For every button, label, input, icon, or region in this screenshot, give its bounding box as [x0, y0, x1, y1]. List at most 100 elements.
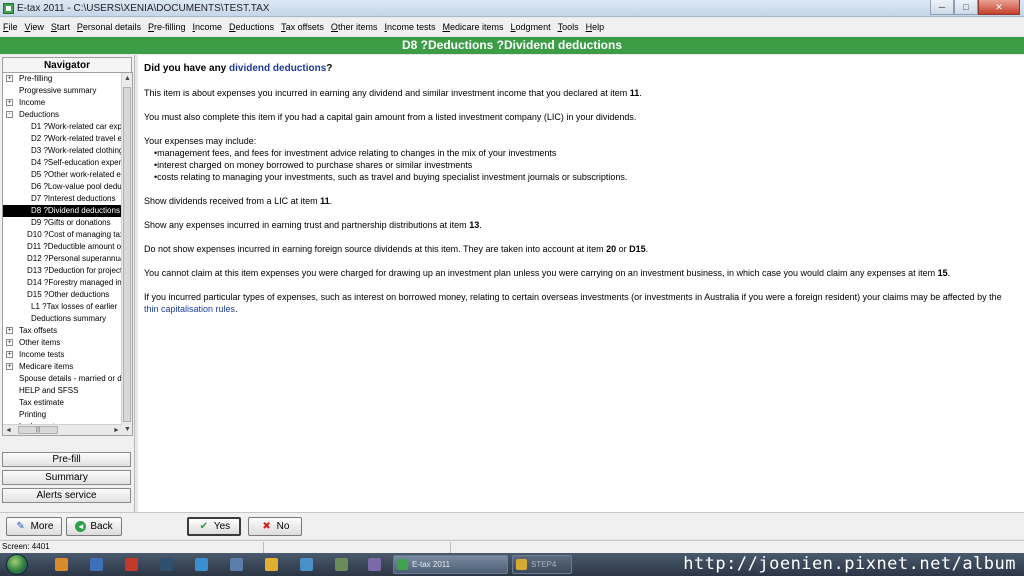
chrome-icon[interactable]	[265, 558, 278, 571]
vertical-scrollbar[interactable]: ▲ ▼	[121, 73, 132, 435]
nav-item[interactable]: Deductions summary	[3, 313, 122, 325]
taskbar-etax[interactable]: E-tax 2011	[393, 555, 508, 574]
menu-item[interactable]: Medicare items	[443, 22, 504, 32]
app-icon-9[interactable]	[335, 558, 348, 571]
horizontal-scroll-thumb[interactable]: |||	[18, 426, 58, 434]
nav-item[interactable]: + Income	[3, 97, 122, 109]
app-icon-10[interactable]	[368, 558, 381, 571]
nav-item[interactable]: D6 ?Low-value pool dedu	[3, 181, 122, 193]
nav-item[interactable]: D5 ?Other work-related e	[3, 169, 122, 181]
expand-icon[interactable]: +	[6, 75, 13, 82]
menu-item[interactable]: Lodgment	[511, 22, 551, 32]
horizontal-scrollbar[interactable]: ◄ ||| ►	[3, 424, 122, 435]
media-player-icon[interactable]	[125, 558, 138, 571]
scroll-left-icon[interactable]: ◄	[3, 425, 14, 435]
expand-icon[interactable]: +	[6, 327, 13, 334]
menu-label: odgment	[515, 22, 551, 32]
taskbar-etax-label: E-tax 2011	[412, 560, 451, 569]
back-button[interactable]: ◄ Back	[66, 517, 122, 536]
menu-item[interactable]: File	[3, 22, 18, 32]
nav-item[interactable]: D10 ?Cost of managing tax	[3, 229, 122, 241]
scroll-thumb[interactable]	[123, 87, 131, 422]
expand-icon[interactable]: +	[6, 363, 13, 370]
prefill-button[interactable]: Pre-fill	[2, 452, 131, 467]
p5-text: Show any expenses incurred in earning tr…	[144, 220, 470, 230]
nav-item[interactable]: - Deductions	[3, 109, 122, 121]
nav-item[interactable]: + Other items	[3, 337, 122, 349]
nav-item[interactable]: D4 ?Self-education exper	[3, 157, 122, 169]
app-icon-4[interactable]	[160, 558, 173, 571]
back-label: Back	[90, 521, 113, 532]
nav-item[interactable]: D1 ?Work-related car exp	[3, 121, 122, 133]
expand-icon[interactable]: +	[6, 99, 13, 106]
paragraph-1: This item is about expenses you incurred…	[144, 87, 1018, 99]
no-button[interactable]: ✖ No	[248, 517, 302, 536]
app-icon-6[interactable]	[230, 558, 243, 571]
nav-item[interactable]: + Pre-filling	[3, 73, 122, 85]
nav-item[interactable]: D14 ?Forestry managed in	[3, 277, 122, 289]
p4-end: .	[329, 196, 333, 206]
scroll-up-icon[interactable]: ▲	[122, 73, 132, 84]
nav-item[interactable]: D12 ?Personal superannua	[3, 253, 122, 265]
expand-icon[interactable]: +	[6, 339, 13, 346]
explorer-icon[interactable]	[55, 558, 68, 571]
menu-item[interactable]: Personal details	[77, 22, 141, 32]
skype-icon[interactable]	[195, 558, 208, 571]
summary-button[interactable]: Summary	[2, 470, 131, 485]
nav-item[interactable]: Printing	[3, 409, 122, 421]
menu-item[interactable]: Income tests	[384, 22, 435, 32]
scroll-right-icon[interactable]: ►	[111, 425, 122, 435]
p6-text: Do not show expenses incurred in earning…	[144, 244, 607, 254]
menu-item[interactable]: Income	[193, 22, 223, 32]
nav-item-label: HELP and SFSS	[19, 386, 79, 395]
nav-item[interactable]: D9 ?Gifts or donations	[3, 217, 122, 229]
menu-item[interactable]: Help	[586, 22, 605, 32]
nav-item[interactable]: D8 ?Dividend deductions	[3, 205, 122, 217]
nav-item[interactable]: HELP and SFSS	[3, 385, 122, 397]
menu-label: tart	[56, 22, 70, 32]
expand-icon[interactable]: +	[6, 351, 13, 358]
menu-item[interactable]: Deductions	[229, 22, 274, 32]
nav-item[interactable]: D15 ?Other deductions	[3, 289, 122, 301]
app-icon-2[interactable]	[90, 558, 103, 571]
menu-item[interactable]: Start	[51, 22, 70, 32]
menu-item[interactable]: Other items	[331, 22, 378, 32]
nav-item[interactable]: Spouse details - married or d	[3, 373, 122, 385]
alerts-service-button[interactable]: Alerts service	[2, 488, 131, 503]
thin-capitalisation-link[interactable]: thin capitalisation rules	[144, 304, 235, 314]
nav-item[interactable]: D2 ?Work-related travel e	[3, 133, 122, 145]
nav-item[interactable]: + Tax offsets	[3, 325, 122, 337]
close-button[interactable]: ✕	[978, 0, 1020, 15]
watermark: http://joenien.pixnet.net/album	[683, 554, 1016, 574]
nav-item[interactable]: L1 ?Tax losses of earlier	[3, 301, 122, 313]
dividend-deductions-link[interactable]: dividend deductions	[229, 63, 326, 74]
nav-item[interactable]: Tax estimate	[3, 397, 122, 409]
nav-item[interactable]: D3 ?Work-related clothing	[3, 145, 122, 157]
menu-label: ools	[562, 22, 579, 32]
menu-label: ax offsets	[285, 22, 324, 32]
bullet-1: •management fees, and fees for investmen…	[154, 148, 557, 158]
p8-text: If you incurred particular types of expe…	[144, 292, 1002, 302]
scroll-down-icon[interactable]: ▼	[122, 424, 132, 435]
menu-item[interactable]: Tools	[558, 22, 579, 32]
nav-item[interactable]: Progressive summary	[3, 85, 122, 97]
nav-item[interactable]: + Income tests	[3, 349, 122, 361]
taskbar-step4[interactable]: STEP4	[512, 555, 572, 574]
nav-item[interactable]: D7 ?Interest deductions	[3, 193, 122, 205]
maximize-button[interactable]: □	[954, 0, 978, 15]
yes-button[interactable]: ✔ Yes	[187, 517, 241, 536]
nav-item-label: D6 ?Low-value pool dedu	[31, 182, 122, 191]
nav-item[interactable]: D11 ?Deductible amount o	[3, 241, 122, 253]
nav-item[interactable]: + Medicare items	[3, 361, 122, 373]
nav-item[interactable]: D13 ?Deduction for project	[3, 265, 122, 277]
collapse-icon[interactable]: -	[6, 111, 13, 118]
p8-end: .	[235, 304, 238, 314]
minimize-button[interactable]: ─	[930, 0, 954, 15]
more-button[interactable]: ✎ More	[6, 517, 62, 536]
start-button[interactable]	[6, 554, 28, 575]
menu-item[interactable]: View	[25, 22, 44, 32]
menu-item[interactable]: Tax offsets	[281, 22, 324, 32]
menu-item[interactable]: Pre-filling	[148, 22, 186, 32]
app-icon-8[interactable]	[300, 558, 313, 571]
p7-text: You cannot claim at this item expenses y…	[144, 268, 938, 278]
